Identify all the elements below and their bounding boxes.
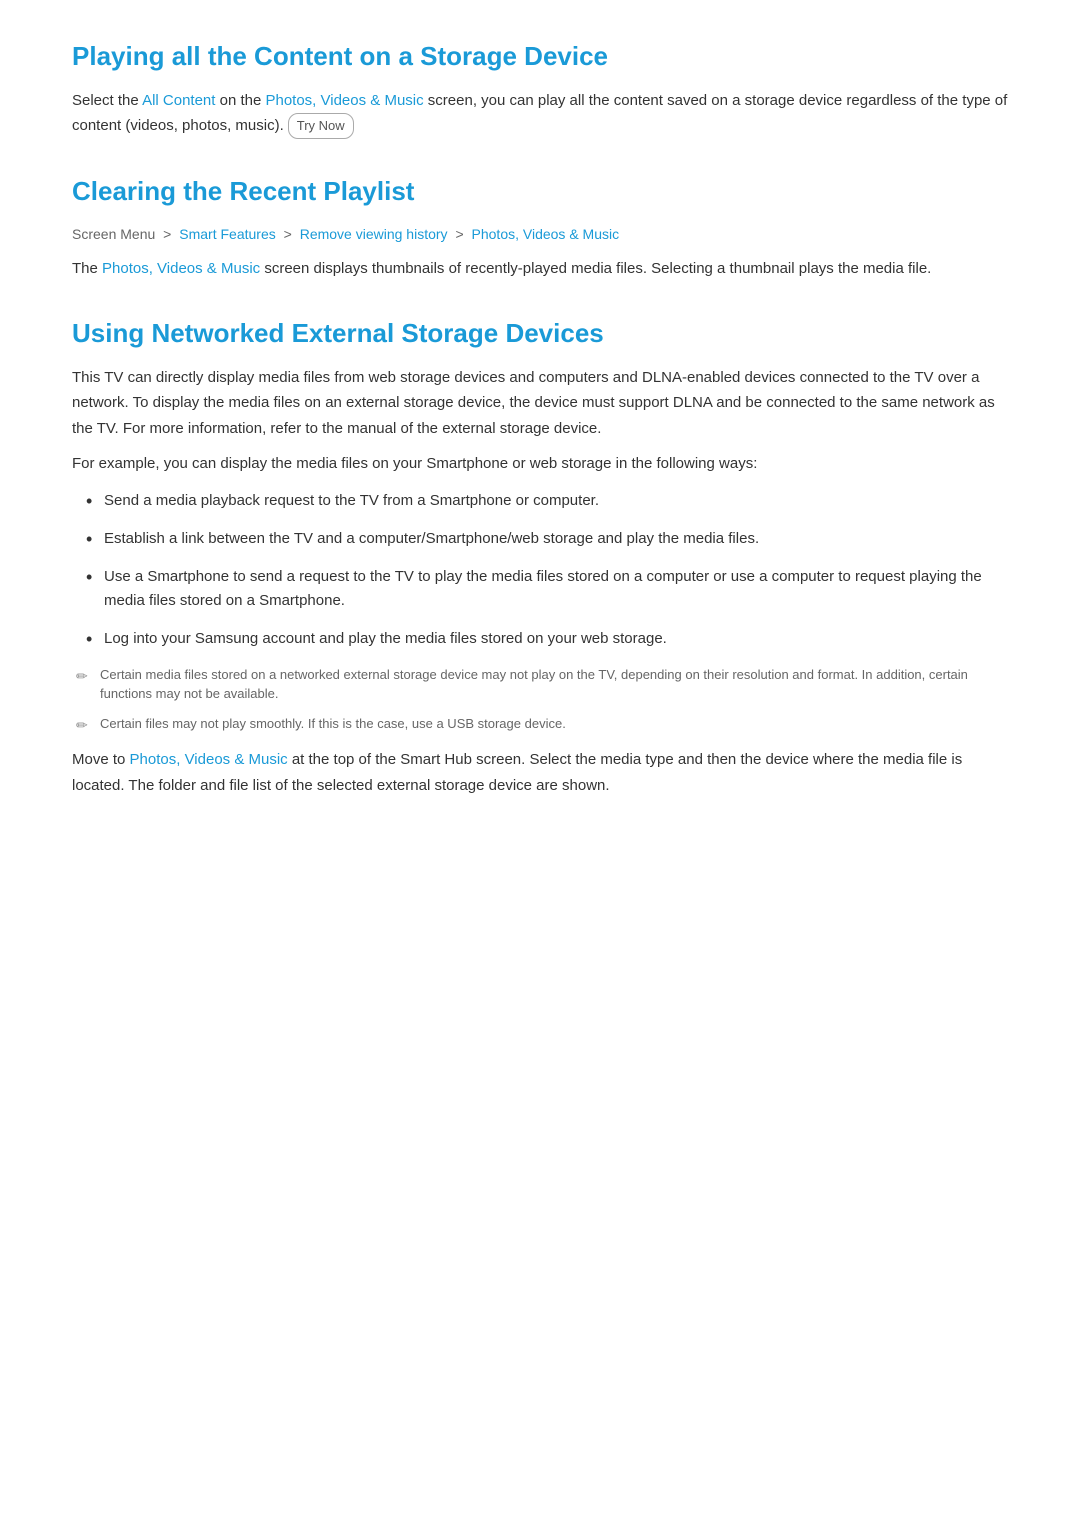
section1-paragraph: Select the All Content on the Photos, Vi…	[72, 88, 1008, 140]
note-item-1: Certain media files stored on a networke…	[72, 665, 1008, 704]
section-networked-storage: Using Networked External Storage Devices…	[72, 317, 1008, 798]
section3-para1: This TV can directly display media files…	[72, 365, 1008, 442]
bullet-list: Send a media playback request to the TV …	[72, 489, 1008, 651]
breadcrumb-remove-viewing[interactable]: Remove viewing history	[300, 226, 448, 242]
breadcrumb-sep1: >	[163, 226, 171, 242]
section2-paragraph: The Photos, Videos & Music screen displa…	[72, 256, 1008, 282]
section2-title: Clearing the Recent Playlist	[72, 175, 1008, 209]
section2-text-before: The	[72, 260, 102, 277]
section3-body: This TV can directly display media files…	[72, 365, 1008, 799]
breadcrumb-sep2: >	[284, 226, 292, 242]
section2-body: The Photos, Videos & Music screen displa…	[72, 256, 1008, 282]
photos-videos-music-link-3[interactable]: Photos, Videos & Music	[130, 751, 288, 768]
breadcrumb-photos-videos-music[interactable]: Photos, Videos & Music	[472, 226, 620, 242]
bullet-item-2: Establish a link between the TV and a co…	[82, 527, 1008, 551]
bullet-item-4: Log into your Samsung account and play t…	[82, 627, 1008, 651]
section3-para3: Move to Photos, Videos & Music at the to…	[72, 747, 1008, 798]
section1-text-before: Select the	[72, 92, 142, 109]
photos-videos-music-link-1[interactable]: Photos, Videos & Music	[265, 92, 423, 109]
breadcrumb-part1: Screen Menu	[72, 226, 155, 242]
section-playing-content: Playing all the Content on a Storage Dev…	[72, 40, 1008, 139]
bullet-item-1: Send a media playback request to the TV …	[82, 489, 1008, 513]
breadcrumb-sep3: >	[455, 226, 463, 242]
section1-title: Playing all the Content on a Storage Dev…	[72, 40, 1008, 74]
all-content-link[interactable]: All Content	[142, 92, 215, 109]
section2-text-after: screen displays thumbnails of recently-p…	[260, 260, 931, 277]
breadcrumb: Screen Menu > Smart Features > Remove vi…	[72, 223, 1008, 245]
try-now-button[interactable]: Try Now	[288, 113, 354, 139]
note-list: Certain media files stored on a networke…	[72, 665, 1008, 734]
section3-para2: For example, you can display the media f…	[72, 451, 1008, 477]
section-clearing-playlist: Clearing the Recent Playlist Screen Menu…	[72, 175, 1008, 281]
bullet-item-3: Use a Smartphone to send a request to th…	[82, 565, 1008, 613]
note-item-2: Certain files may not play smoothly. If …	[72, 714, 1008, 734]
section1-body: Select the All Content on the Photos, Vi…	[72, 88, 1008, 140]
breadcrumb-smart-features[interactable]: Smart Features	[179, 226, 275, 242]
section3-para3-before: Move to	[72, 751, 130, 768]
page-container: Playing all the Content on a Storage Dev…	[0, 0, 1080, 894]
photos-videos-music-link-2[interactable]: Photos, Videos & Music	[102, 260, 260, 277]
section1-text-middle1: on the	[215, 92, 265, 109]
section3-title: Using Networked External Storage Devices	[72, 317, 1008, 351]
